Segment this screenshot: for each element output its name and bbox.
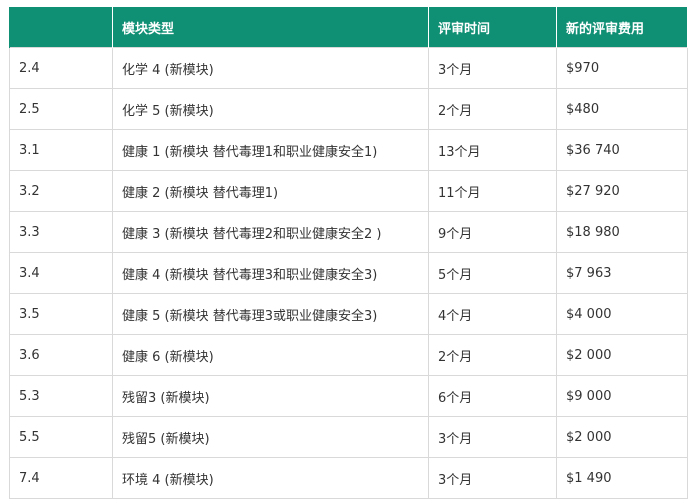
table-row: 2.4 化学 4 (新模块) 3个月 $970 [9,47,688,89]
table-row: 2.5 化学 5 (新模块) 2个月 $480 [9,88,688,130]
code-cell: 3.6 [9,334,113,376]
fee-cell: $27 920 [556,170,688,212]
module-type-cell: 化学 4 (新模块) [112,47,429,89]
review-time-cell: 4个月 [428,293,557,335]
header-cell-code [9,7,113,48]
code-cell: 7.4 [9,457,113,499]
review-time-cell: 2个月 [428,88,557,130]
module-type-cell: 环境 4 (新模块) [112,457,429,499]
module-type-cell: 化学 5 (新模块) [112,88,429,130]
review-time-cell: 3个月 [428,47,557,89]
table-row: 3.5 健康 5 (新模块 替代毒理3或职业健康安全3) 4个月 $4 000 [9,293,688,335]
fee-cell: $2 000 [556,416,688,458]
review-time-cell: 13个月 [428,129,557,171]
table-row: 7.4 环境 4 (新模块) 3个月 $1 490 [9,457,688,499]
module-type-cell: 残留3 (新模块) [112,375,429,417]
fee-cell: $4 000 [556,293,688,335]
review-time-cell: 5个月 [428,252,557,294]
fee-cell: $9 000 [556,375,688,417]
review-time-cell: 3个月 [428,416,557,458]
code-cell: 2.4 [9,47,113,89]
module-type-cell: 健康 1 (新模块 替代毒理1和职业健康安全1) [112,129,429,171]
fee-cell: $36 740 [556,129,688,171]
review-time-cell: 2个月 [428,334,557,376]
fee-cell: $1 490 [556,457,688,499]
code-cell: 3.4 [9,252,113,294]
fee-cell: $18 980 [556,211,688,253]
fee-cell: $7 963 [556,252,688,294]
fee-cell: $480 [556,88,688,130]
table-row: 5.5 残留5 (新模块) 3个月 $2 000 [9,416,688,458]
table-row: 3.1 健康 1 (新模块 替代毒理1和职业健康安全1) 13个月 $36 740 [9,129,688,171]
code-cell: 3.2 [9,170,113,212]
page-content: 模块类型 评审时间 新的评审费用 2.4 化学 4 (新模块) 3个月 $970 2.5… [0,0,692,499]
table-row: 3.2 健康 2 (新模块 替代毒理1) 11个月 $27 920 [9,170,688,212]
code-cell: 3.3 [9,211,113,253]
code-cell: 5.3 [9,375,113,417]
review-time-cell: 11个月 [428,170,557,212]
module-type-cell: 残留5 (新模块) [112,416,429,458]
table-header-row: 模块类型 评审时间 新的评审费用 [9,7,688,48]
module-type-cell: 健康 3 (新模块 替代毒理2和职业健康安全2 ) [112,211,429,253]
module-type-cell: 健康 2 (新模块 替代毒理1) [112,170,429,212]
module-type-cell: 健康 4 (新模块 替代毒理3和职业健康安全3) [112,252,429,294]
module-type-cell: 健康 5 (新模块 替代毒理3或职业健康安全3) [112,293,429,335]
table-body: 2.4 化学 4 (新模块) 3个月 $970 2.5 化学 5 (新模块) 2个月 $480… [9,47,688,499]
table-row: 5.3 残留3 (新模块) 6个月 $9 000 [9,375,688,417]
review-fee-table: 模块类型 评审时间 新的评审费用 2.4 化学 4 (新模块) 3个月 $970 2.5… [9,7,688,499]
fee-cell: $2 000 [556,334,688,376]
table-row: 3.4 健康 4 (新模块 替代毒理3和职业健康安全3) 5个月 $7 963 [9,252,688,294]
code-cell: 3.5 [9,293,113,335]
header-cell-module-type: 模块类型 [112,7,429,48]
fee-cell: $970 [556,47,688,89]
code-cell: 2.5 [9,88,113,130]
table-row: 3.3 健康 3 (新模块 替代毒理2和职业健康安全2 ) 9个月 $18 980 [9,211,688,253]
header-cell-new-fee: 新的评审费用 [556,7,688,48]
review-time-cell: 3个月 [428,457,557,499]
module-type-cell: 健康 6 (新模块) [112,334,429,376]
code-cell: 3.1 [9,129,113,171]
review-time-cell: 9个月 [428,211,557,253]
code-cell: 5.5 [9,416,113,458]
review-time-cell: 6个月 [428,375,557,417]
header-cell-review-time: 评审时间 [428,7,557,48]
table-row: 3.6 健康 6 (新模块) 2个月 $2 000 [9,334,688,376]
